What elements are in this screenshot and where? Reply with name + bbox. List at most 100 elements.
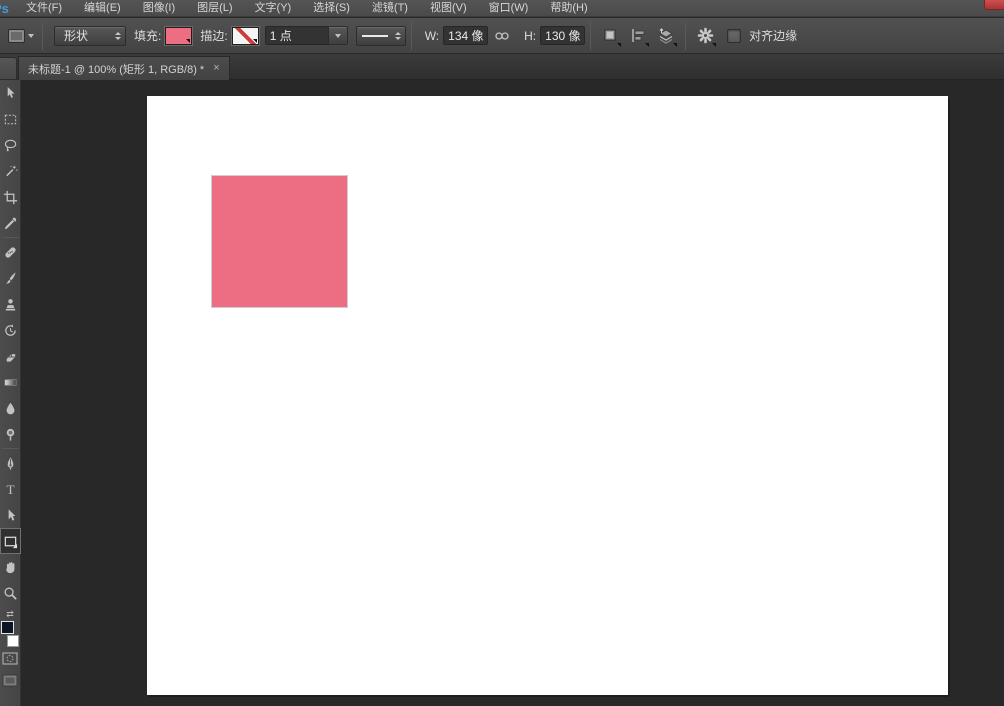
zoom-tool-button[interactable] — [0, 580, 21, 606]
menu-file[interactable]: 文件(F) — [15, 0, 73, 17]
tool-options-bar: 形状 填充: 描边: 1 点 W: 134 像 — [0, 18, 1004, 54]
document-tab-title: 未标题-1 @ 100% (矩形 1, RGB/8) * — [28, 61, 204, 77]
menu-image[interactable]: 图像(I) — [132, 0, 186, 17]
hand-tool-button[interactable] — [0, 554, 21, 580]
menu-filter[interactable]: 滤镜(T) — [361, 0, 419, 17]
rectangle-tool-preset-icon — [8, 29, 25, 43]
lasso-icon — [3, 138, 18, 153]
chevron-down-icon — [28, 34, 34, 38]
stroke-width-input[interactable]: 1 点 — [265, 26, 329, 45]
stroke-style-select[interactable] — [356, 26, 406, 46]
gear-icon — [697, 27, 714, 44]
crop-icon — [3, 190, 18, 205]
background-color-swatch[interactable] — [7, 635, 19, 647]
document-tab-bar: 未标题-1 @ 100% (矩形 1, RGB/8) * × — [0, 54, 1004, 80]
quick-mask-button[interactable] — [0, 647, 21, 669]
path-alignment-button[interactable] — [626, 24, 650, 48]
stroke-width-dropdown-button[interactable] — [328, 26, 348, 45]
align-edges-label: 对齐边缘 — [749, 27, 797, 44]
chevron-down-icon — [673, 43, 677, 47]
chevron-down-icon — [712, 43, 716, 47]
geometry-options-button[interactable] — [693, 24, 717, 48]
document-tab[interactable]: 未标题-1 @ 100% (矩形 1, RGB/8) * × — [18, 56, 230, 80]
magnifier-icon — [3, 586, 18, 601]
eraser-tool-button[interactable] — [0, 343, 21, 369]
quick-selection-tool-button[interactable] — [0, 158, 21, 184]
rectangle-shape-icon — [3, 534, 18, 549]
tool-preset-picker[interactable] — [5, 27, 37, 45]
height-input[interactable]: 130 像 — [540, 26, 585, 45]
photoshop-window: Ps 文件(F) 编辑(E) 图像(I) 图层(L) 文字(Y) 选择(S) 滤… — [0, 0, 1004, 706]
tool-group-divider — [2, 448, 19, 449]
menu-bar: Ps 文件(F) 编辑(E) 图像(I) 图层(L) 文字(Y) 选择(S) 滤… — [0, 0, 1004, 17]
type-icon: T — [3, 482, 18, 497]
swap-arrows-icon: ⇄ — [6, 609, 14, 620]
tools-panel: T ⇄ — [0, 80, 21, 706]
tool-mode-select[interactable]: 形状 — [54, 26, 126, 46]
selection-arrow-icon — [3, 508, 18, 523]
width-input[interactable]: 134 像 — [443, 26, 488, 45]
eyedropper-icon — [3, 216, 18, 231]
divider — [411, 22, 412, 50]
chain-link-icon — [494, 30, 510, 42]
pen-tool-button[interactable] — [0, 450, 21, 476]
path-selection-tool-button[interactable] — [0, 502, 21, 528]
dodge-tool-button[interactable] — [0, 421, 21, 447]
path-arrangement-button[interactable] — [654, 24, 678, 48]
stroke-label: 描边: — [200, 27, 227, 44]
type-tool-button[interactable]: T — [0, 476, 21, 502]
divider — [42, 22, 43, 50]
swap-colors-button[interactable]: ⇄ — [6, 608, 14, 620]
lasso-tool-button[interactable] — [0, 132, 21, 158]
water-drop-icon — [3, 401, 18, 416]
divider — [590, 22, 591, 50]
chevron-down-icon — [335, 34, 341, 38]
menu-help[interactable]: 帮助(H) — [539, 0, 598, 17]
tools-panel-header[interactable] — [0, 57, 17, 80]
fill-swatch[interactable] — [165, 27, 192, 45]
rectangular-marquee-tool-button[interactable] — [0, 106, 21, 132]
menu-layer[interactable]: 图层(L) — [186, 0, 243, 17]
photoshop-logo: Ps — [0, 1, 15, 16]
foreground-color-swatch[interactable] — [1, 621, 14, 634]
dodge-icon — [3, 427, 18, 442]
eraser-icon — [3, 349, 18, 364]
menu-window[interactable]: 窗口(W) — [478, 0, 540, 17]
fill-label: 填充: — [134, 27, 161, 44]
width-value: 134 像 — [448, 27, 483, 44]
history-brush-icon — [3, 323, 18, 338]
screen-mode-button[interactable] — [0, 669, 21, 691]
link-dimensions-button[interactable] — [490, 24, 514, 48]
menu-edit[interactable]: 编辑(E) — [73, 0, 132, 17]
align-edges-icon — [630, 28, 646, 43]
eyedropper-tool-button[interactable] — [0, 210, 21, 236]
crop-tool-button[interactable] — [0, 184, 21, 210]
stroke-swatch[interactable] — [232, 27, 259, 45]
healing-brush-icon — [3, 245, 18, 260]
workspace — [21, 80, 1004, 706]
canvas-shape[interactable] — [212, 176, 347, 307]
history-brush-tool-button[interactable] — [0, 317, 21, 343]
align-edges-checkbox[interactable] — [727, 29, 741, 43]
clone-stamp-tool-button[interactable] — [0, 291, 21, 317]
move-tool-button[interactable] — [0, 80, 21, 106]
width-label: W: — [425, 29, 439, 43]
chevron-down-icon — [186, 39, 190, 43]
rectangle-tool-button[interactable] — [0, 528, 21, 554]
window-close-button[interactable] — [984, 0, 1004, 10]
menu-select[interactable]: 选择(S) — [302, 0, 361, 17]
menu-view[interactable]: 视图(V) — [419, 0, 478, 17]
gradient-tool-button[interactable] — [0, 369, 21, 395]
chevron-down-icon — [253, 39, 257, 43]
stroke-width-value: 1 点 — [270, 27, 292, 44]
menu-type[interactable]: 文字(Y) — [244, 0, 303, 17]
path-operations-button[interactable] — [598, 24, 622, 48]
spot-healing-brush-tool-button[interactable] — [0, 239, 21, 265]
document-canvas[interactable] — [147, 96, 948, 695]
height-value: 130 像 — [545, 27, 580, 44]
blur-tool-button[interactable] — [0, 395, 21, 421]
type-tool-glyph: T — [6, 482, 14, 497]
chevron-down-icon — [617, 43, 621, 47]
tab-close-icon[interactable]: × — [213, 63, 219, 74]
brush-tool-button[interactable] — [0, 265, 21, 291]
